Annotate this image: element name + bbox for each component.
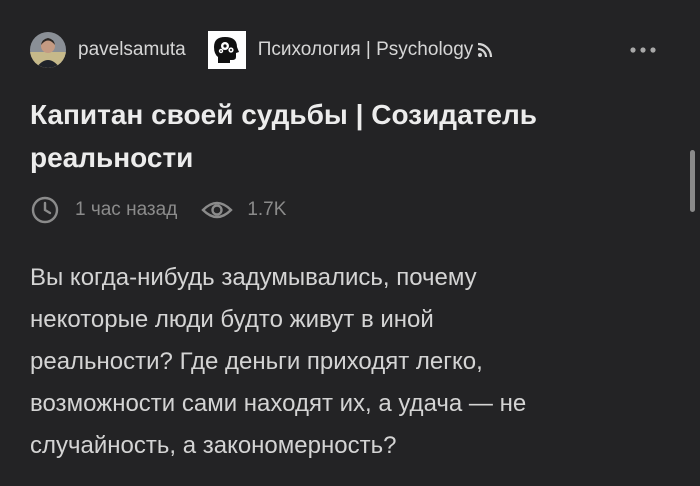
rss-icon[interactable] — [477, 42, 493, 58]
body-line: случайность, а закономерность? — [30, 432, 397, 459]
author-avatar[interactable] — [30, 32, 66, 68]
body-line: Вы когда-нибудь задумывались, почему — [30, 264, 477, 291]
community-name[interactable]: Психология | Psychology — [258, 39, 474, 61]
post-title[interactable]: Капитан своей судьбы | Созидатель реальн… — [30, 93, 650, 179]
clock-icon — [30, 195, 60, 225]
post-time: 1 час назад — [75, 199, 178, 220]
post-body: Вы когда-нибудь задумывались, почему нек… — [30, 257, 655, 467]
post-meta: 1 час назад 1.7K — [30, 192, 286, 228]
post-header: pavelsamuta Психология | Psychology — [30, 30, 670, 70]
body-line: возможности сами находят их, а удача — н… — [30, 390, 527, 417]
body-line: реальности? Где деньги приходят легко, — [30, 348, 483, 375]
body-line: некоторые люди будто живут в иной — [30, 306, 434, 333]
eye-icon — [201, 199, 234, 221]
more-dots-icon[interactable] — [628, 36, 658, 64]
view-count: 1.7K — [247, 199, 287, 220]
author-name[interactable]: pavelsamuta — [78, 39, 186, 61]
scrollbar[interactable] — [690, 150, 695, 212]
head-with-gears-icon[interactable] — [207, 31, 246, 69]
